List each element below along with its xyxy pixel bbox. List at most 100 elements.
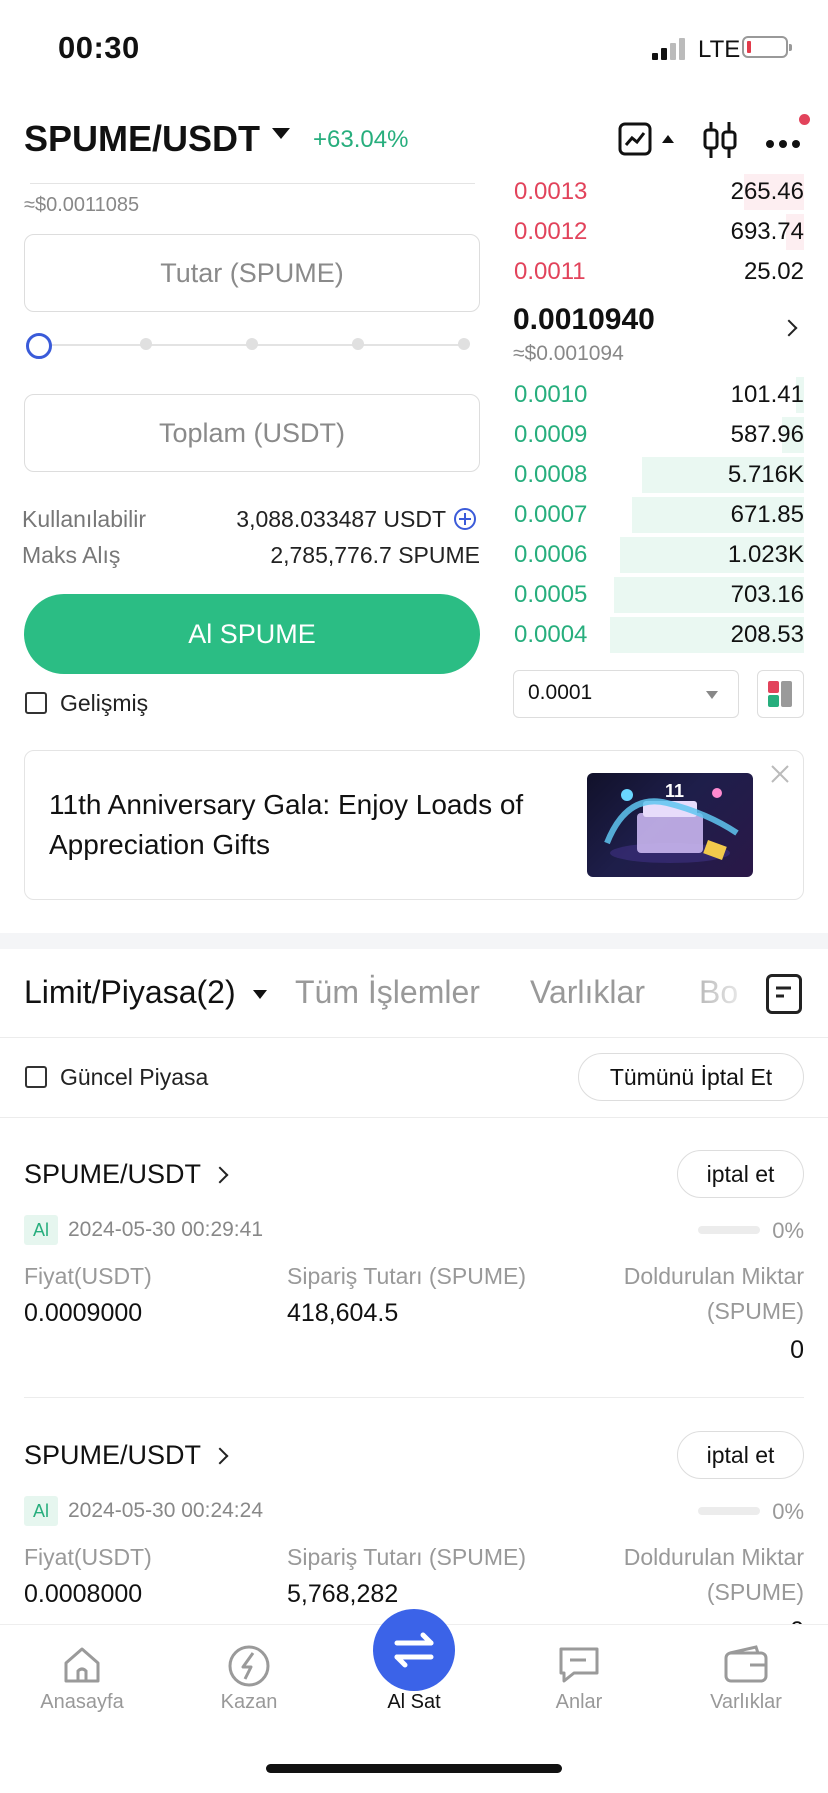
order-pair[interactable]: SPUME/USDT bbox=[24, 1159, 201, 1190]
moments-icon[interactable] bbox=[556, 1643, 602, 1687]
tab-all-trades[interactable]: Tüm İşlemler bbox=[295, 974, 480, 1011]
trade-icon[interactable] bbox=[373, 1609, 455, 1691]
max-buy-value: 2,785,776.7 SPUME bbox=[270, 542, 480, 568]
filter-divider bbox=[0, 1117, 828, 1118]
slider-stop-50[interactable] bbox=[246, 338, 258, 350]
close-icon[interactable] bbox=[769, 763, 791, 785]
order-amount: 5,768,282 bbox=[287, 1580, 399, 1608]
order-amount: 418,604.5 bbox=[287, 1299, 399, 1327]
ask-row[interactable]: 0.0012 693.74 bbox=[512, 212, 804, 252]
total-input[interactable]: Toplam (USDT) bbox=[24, 394, 480, 472]
amount-label: Sipariş Tutarı (SPUME) bbox=[287, 1544, 526, 1570]
bid-price: 0.0006 bbox=[514, 541, 588, 568]
ask-price: 0.0011 bbox=[514, 258, 586, 285]
price-change: +63.04% bbox=[313, 126, 409, 153]
ask-row[interactable]: 0.0013 265.46 bbox=[512, 172, 804, 212]
slider-stop-75[interactable] bbox=[352, 338, 364, 350]
ask-qty: 25.02 bbox=[743, 258, 804, 285]
buy-button[interactable]: Al SPUME bbox=[24, 594, 480, 674]
chevron-right-icon[interactable] bbox=[211, 1166, 229, 1184]
side-badge: Al bbox=[24, 1496, 58, 1526]
signal-icon bbox=[652, 38, 692, 60]
ask-qty: 265.46 bbox=[730, 178, 804, 205]
bid-qty: 5.716K bbox=[727, 461, 804, 488]
bid-row[interactable]: 0.0010 101.41 bbox=[512, 375, 804, 415]
tabs-divider bbox=[0, 1037, 828, 1038]
bid-qty: 1.023K bbox=[727, 541, 804, 568]
nav-assets[interactable]: Varlıklar bbox=[666, 1691, 826, 1714]
chevron-right-icon[interactable] bbox=[211, 1447, 229, 1465]
earn-icon[interactable] bbox=[226, 1643, 272, 1689]
last-price-usd: ≈$0.001094 bbox=[513, 342, 624, 365]
current-market-label[interactable]: Güncel Piyasa bbox=[60, 1064, 208, 1091]
section-divider bbox=[0, 933, 828, 949]
filled-label: Doldurulan Miktar bbox=[623, 1544, 804, 1570]
bid-row[interactable]: 0.0006 1.023K bbox=[512, 535, 804, 575]
more-icon[interactable] bbox=[765, 136, 801, 148]
home-indicator bbox=[266, 1764, 562, 1773]
slider-stop-25[interactable] bbox=[140, 338, 152, 350]
order-divider bbox=[24, 1397, 804, 1398]
battery-icon bbox=[742, 36, 792, 58]
candlestick-icon[interactable] bbox=[702, 120, 738, 160]
chevron-down-icon bbox=[706, 691, 718, 699]
nav-trade[interactable]: Al Sat bbox=[334, 1691, 494, 1714]
order-datetime: 2024-05-30 00:29:41 bbox=[68, 1218, 263, 1241]
tick-size-select[interactable]: 0.0001 bbox=[513, 670, 739, 718]
add-funds-icon[interactable] bbox=[453, 507, 477, 531]
slider-stop-100[interactable] bbox=[458, 338, 470, 350]
cancel-order-button[interactable]: iptal et bbox=[677, 1150, 804, 1198]
price-label: Fiyat(USDT) bbox=[24, 1263, 152, 1289]
cancel-order-button[interactable]: iptal et bbox=[677, 1431, 804, 1479]
pair-dropdown-icon[interactable] bbox=[272, 128, 290, 139]
network-type: LTE bbox=[698, 36, 741, 63]
percent-slider-knob[interactable] bbox=[26, 333, 52, 359]
bid-price: 0.0010 bbox=[514, 381, 588, 408]
advanced-label[interactable]: Gelişmiş bbox=[60, 690, 148, 717]
nav-moments[interactable]: Anlar bbox=[499, 1691, 659, 1714]
bid-row[interactable]: 0.0007 671.85 bbox=[512, 495, 804, 535]
status-time: 00:30 bbox=[58, 30, 140, 65]
order-price: 0.0009000 bbox=[24, 1299, 143, 1327]
current-market-checkbox[interactable] bbox=[25, 1066, 47, 1088]
chevron-right-icon[interactable] bbox=[780, 319, 798, 337]
price-label: Fiyat(USDT) bbox=[24, 1544, 152, 1570]
tab-dropdown-icon[interactable] bbox=[253, 990, 267, 999]
home-icon[interactable] bbox=[60, 1643, 104, 1687]
nav-home[interactable]: Anasayfa bbox=[2, 1691, 162, 1714]
available-label: Kullanılabilir bbox=[22, 506, 147, 532]
amount-input[interactable]: Tutar (SPUME) bbox=[24, 234, 480, 312]
side-badge: Al bbox=[24, 1215, 58, 1245]
advanced-checkbox[interactable] bbox=[25, 692, 47, 714]
bid-qty: 208.53 bbox=[730, 621, 804, 648]
ask-row[interactable]: 0.0011 25.02 bbox=[512, 252, 804, 292]
fill-percent: 0% bbox=[772, 1499, 804, 1524]
bid-price: 0.0005 bbox=[514, 581, 588, 608]
bid-row[interactable]: 0.0009 587.96 bbox=[512, 415, 804, 455]
fill-progress-bar bbox=[698, 1507, 760, 1515]
promo-banner[interactable]: 11th Anniversary Gala: Enjoy Loads of Ap… bbox=[24, 750, 804, 900]
cancel-all-button[interactable]: Tümünü İptal Et bbox=[578, 1053, 804, 1101]
book-layout-button[interactable] bbox=[757, 670, 804, 718]
chart-dropdown-icon[interactable] bbox=[662, 135, 674, 143]
max-buy-label: Maks Alış bbox=[22, 542, 121, 568]
banner-image-text: 11 bbox=[665, 781, 684, 801]
approx-price: ≈$0.0011085 bbox=[24, 194, 140, 216]
order-pair[interactable]: SPUME/USDT bbox=[24, 1440, 201, 1471]
order-history-icon[interactable] bbox=[766, 974, 802, 1014]
pair-title[interactable]: SPUME/USDT bbox=[24, 118, 260, 160]
bid-row[interactable]: 0.0005 703.16 bbox=[512, 575, 804, 615]
tab-assets[interactable]: Varlıklar bbox=[530, 974, 645, 1011]
bid-row[interactable]: 0.0008 5.716K bbox=[512, 455, 804, 495]
bid-qty: 101.41 bbox=[730, 381, 804, 408]
filled-unit-label: (SPUME) bbox=[706, 1298, 804, 1324]
bid-row[interactable]: 0.0004 208.53 bbox=[512, 615, 804, 655]
wallet-icon[interactable] bbox=[722, 1643, 770, 1687]
bid-price: 0.0004 bbox=[514, 621, 588, 648]
tab-open-orders[interactable]: Limit/Piyasa(2) bbox=[24, 974, 236, 1011]
nav-earn[interactable]: Kazan bbox=[169, 1691, 329, 1714]
available-value: 3,088.033487 USDT bbox=[236, 506, 446, 532]
chart-icon[interactable] bbox=[618, 122, 652, 156]
banner-text: 11th Anniversary Gala: Enjoy Loads of Ap… bbox=[49, 789, 524, 860]
fill-percent: 0% bbox=[772, 1218, 804, 1243]
